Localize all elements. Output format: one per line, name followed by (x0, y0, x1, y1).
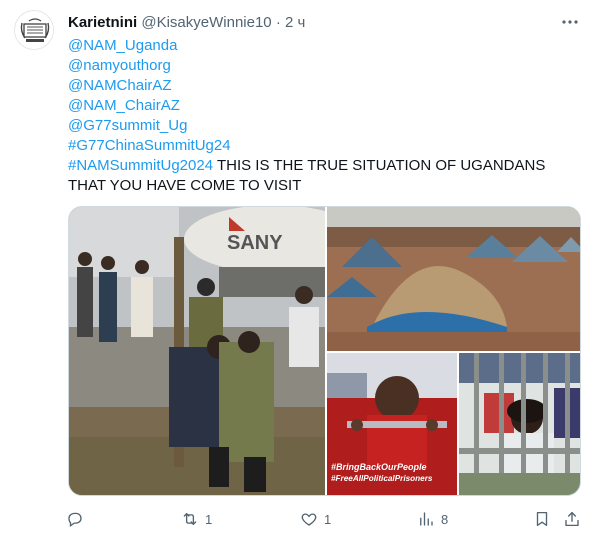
photo3-caption-2: #FreeAllPoliticalPrisoners (331, 474, 433, 483)
photo-political-prisoner[interactable]: #BringBackOurPeople #FreeAllPoliticalPri… (327, 353, 457, 495)
repost-count: 1 (205, 511, 213, 527)
reply-icon (68, 512, 82, 527)
views-button[interactable]: 8 (417, 506, 448, 532)
repost-icon (183, 513, 197, 525)
photo3-caption-1: #BringBackOurPeople (331, 462, 427, 472)
mention-namyouthorg[interactable]: @namyouthorg (68, 56, 573, 76)
tweet-message-line-2: THAT YOU HAVE COME TO VISIT (68, 177, 302, 194)
more-horizontal-icon (562, 20, 578, 24)
media-grid: SANY #BringBackOurPeople #FreeAllPolitic… (68, 206, 581, 496)
separator-dot: · (275, 14, 281, 31)
mention-nam-chairaz[interactable]: @NAM_ChairAZ (68, 96, 573, 116)
coat-of-arms-avatar-icon (15, 11, 53, 49)
tweet-header: Karietnini @KisakyeWinnie10 · 2 ч (68, 13, 305, 33)
reply-button[interactable] (66, 506, 90, 532)
tweet-text: @NAM_Uganda @namyouthorg @NAMChairAZ @NA… (68, 36, 573, 196)
photo-tents-camp[interactable] (327, 207, 580, 351)
mention-nam-uganda[interactable]: @NAM_Uganda (68, 36, 573, 56)
author-handle[interactable]: @KisakyeWinnie10 (141, 14, 271, 31)
photo1-truck-sign: SANY (227, 232, 283, 254)
like-count: 1 (324, 511, 332, 527)
hashtag-g77chinasummitug24[interactable]: #G77ChinaSummitUg24 (68, 136, 573, 156)
mention-g77summit-ug[interactable]: @G77summit_Ug (68, 116, 573, 136)
repost-button[interactable]: 1 (181, 506, 212, 532)
hashtag-namsummitug2024[interactable]: #NAMSummitUg2024 (68, 157, 213, 174)
share-icon (565, 511, 579, 527)
photo-arrest-scene[interactable]: SANY (69, 207, 325, 495)
timestamp[interactable]: 2 ч (285, 14, 305, 31)
avatar[interactable] (14, 10, 54, 50)
share-button[interactable] (563, 506, 581, 532)
photo-woman-behind-bars[interactable] (459, 353, 580, 495)
views-chart-icon (420, 512, 433, 526)
heart-icon (301, 513, 317, 526)
mention-namchairaz[interactable]: @NAMChairAZ (68, 76, 573, 96)
bookmark-icon (536, 511, 548, 527)
bookmark-button[interactable] (533, 506, 551, 532)
author-name[interactable]: Karietnini (68, 14, 137, 31)
more-options-button[interactable] (560, 12, 580, 32)
tweet-message-line: THIS IS THE TRUE SITUATION OF UGANDANS (213, 157, 546, 174)
like-button[interactable]: 1 (300, 506, 331, 532)
tweet-actions: 1 1 8 (60, 506, 585, 532)
views-count: 8 (441, 511, 449, 527)
